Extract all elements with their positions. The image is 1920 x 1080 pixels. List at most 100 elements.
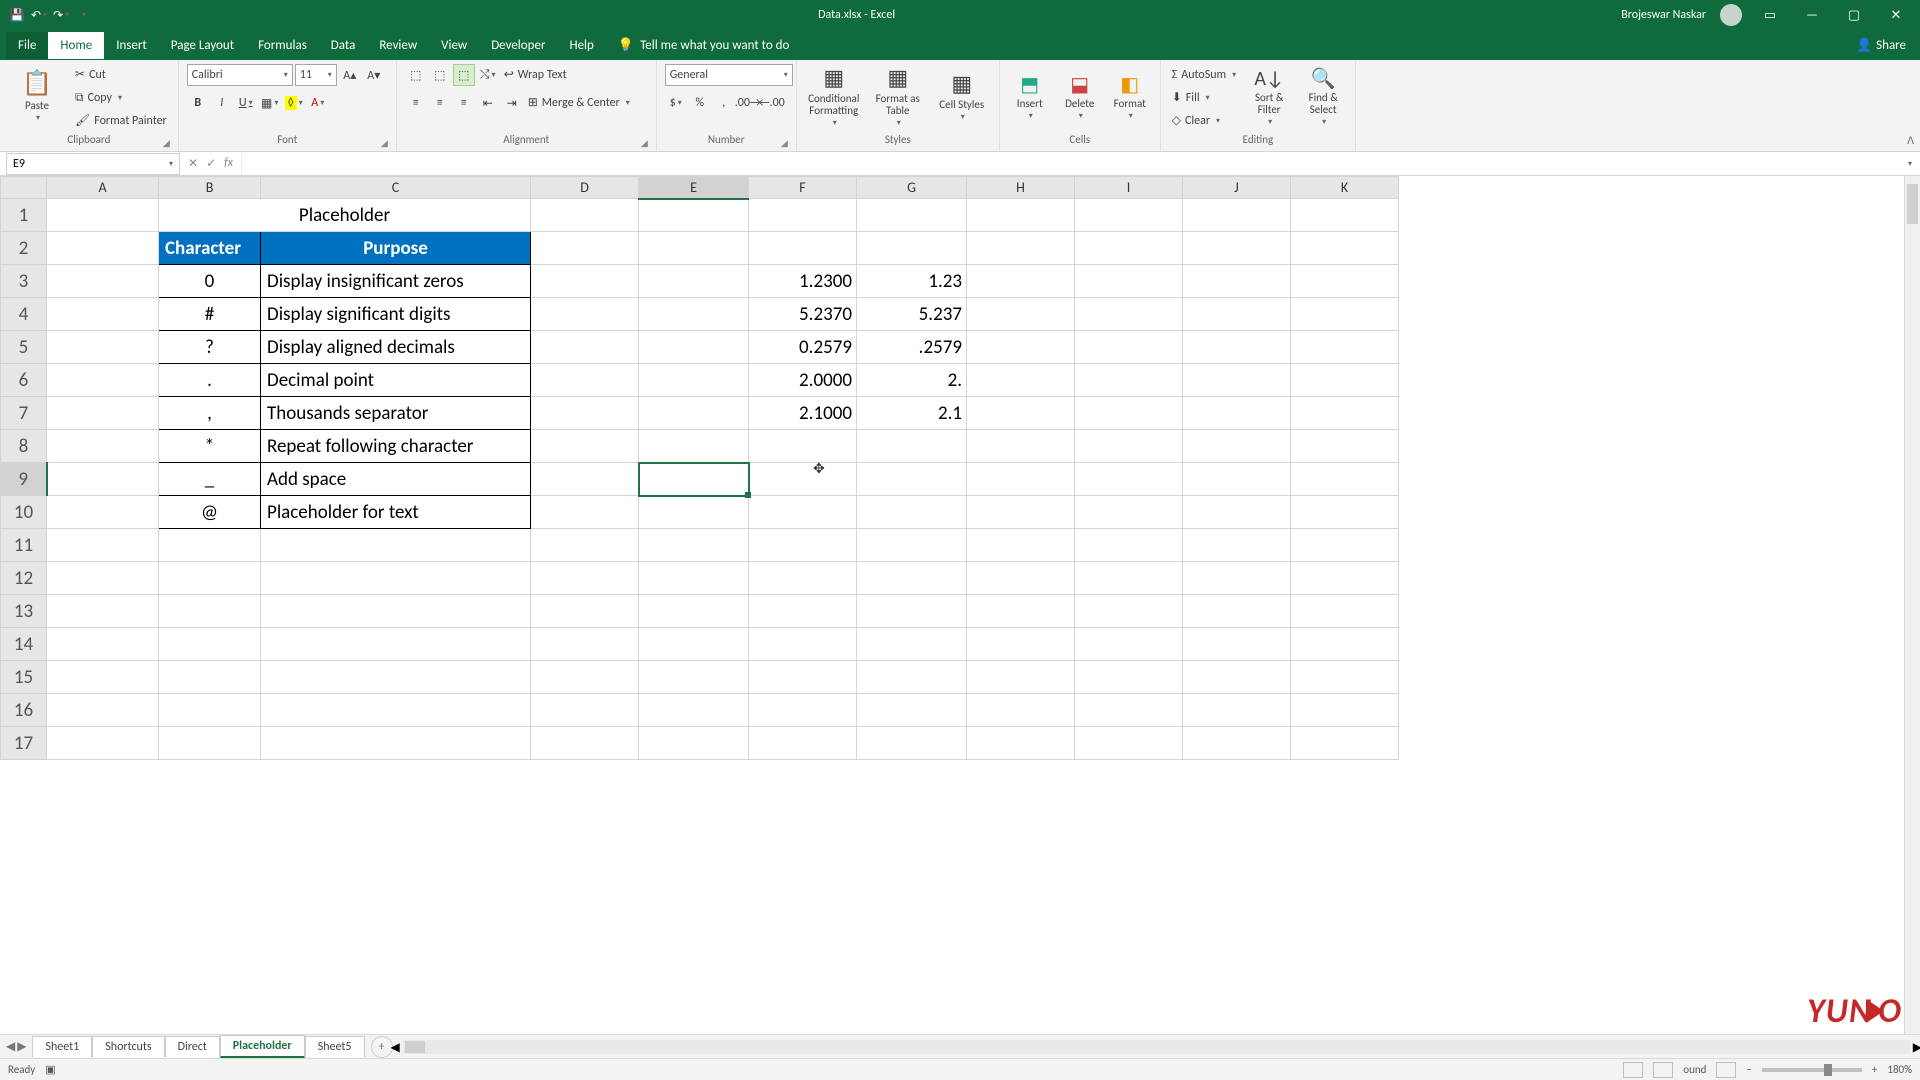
cell[interactable] xyxy=(749,694,857,727)
formula-input[interactable] xyxy=(241,153,1906,175)
sheet-tab[interactable]: Sheet5 xyxy=(305,1036,365,1057)
cell[interactable] xyxy=(749,727,857,760)
cell[interactable] xyxy=(857,199,967,232)
page-layout-view-icon[interactable] xyxy=(1653,1062,1673,1078)
cell[interactable] xyxy=(159,529,261,562)
cell[interactable] xyxy=(1291,661,1399,694)
cell[interactable] xyxy=(1075,595,1183,628)
sort-filter-button[interactable]: A↓Sort & Filter▾ xyxy=(1245,64,1293,130)
cell[interactable] xyxy=(639,628,749,661)
cell[interactable]: 2.0000 xyxy=(749,364,857,397)
cell[interactable]: Thousands separator xyxy=(261,397,531,430)
cell[interactable] xyxy=(47,496,159,529)
cell[interactable]: 5.2370 xyxy=(749,298,857,331)
name-box[interactable]: E9▾ xyxy=(6,153,180,175)
cell[interactable] xyxy=(1291,364,1399,397)
col-hdr[interactable]: H xyxy=(967,177,1075,199)
cell[interactable] xyxy=(1291,694,1399,727)
bold-button[interactable]: B xyxy=(187,92,209,114)
cell[interactable] xyxy=(1183,628,1291,661)
cell[interactable] xyxy=(857,463,967,496)
cell[interactable] xyxy=(1183,562,1291,595)
cell[interactable] xyxy=(531,331,639,364)
cell[interactable] xyxy=(1291,628,1399,661)
cell[interactable] xyxy=(1183,430,1291,463)
cell[interactable]: Display aligned decimals xyxy=(261,331,531,364)
cell[interactable] xyxy=(639,529,749,562)
tab-review[interactable]: Review xyxy=(367,32,429,59)
cell[interactable]: Display significant digits xyxy=(261,298,531,331)
cell[interactable] xyxy=(47,232,159,265)
page-break-view-icon[interactable] xyxy=(1716,1062,1736,1078)
number-format-combo[interactable]: General▾ xyxy=(665,64,793,86)
cell[interactable] xyxy=(1183,595,1291,628)
cell[interactable] xyxy=(967,265,1075,298)
cell[interactable]: ? xyxy=(159,331,261,364)
cell[interactable] xyxy=(967,364,1075,397)
cell[interactable] xyxy=(1075,562,1183,595)
cell[interactable] xyxy=(1183,397,1291,430)
cell[interactable] xyxy=(749,430,857,463)
cell[interactable] xyxy=(261,628,531,661)
align-center-icon[interactable]: ≡ xyxy=(429,92,451,114)
cell[interactable] xyxy=(1075,430,1183,463)
row-hdr[interactable]: 8 xyxy=(1,430,47,463)
cell[interactable] xyxy=(531,430,639,463)
paste-button[interactable]: 📋 Paste▾ xyxy=(8,64,66,130)
tab-developer[interactable]: Developer xyxy=(479,32,557,59)
cell[interactable] xyxy=(967,298,1075,331)
zoom-slider[interactable] xyxy=(1762,1068,1862,1072)
cell[interactable] xyxy=(159,661,261,694)
row-hdr[interactable]: 1 xyxy=(1,199,47,232)
merge-center-button[interactable]: ⊞Merge & Center▾ xyxy=(525,92,633,113)
cell[interactable] xyxy=(47,397,159,430)
cell[interactable]: . xyxy=(159,364,261,397)
cell[interactable]: 2.1000 xyxy=(749,397,857,430)
cell[interactable] xyxy=(47,331,159,364)
row-hdr[interactable]: 12 xyxy=(1,562,47,595)
cell[interactable] xyxy=(857,529,967,562)
tell-me-input[interactable]: Tell me what you want to do xyxy=(640,38,789,53)
fill-button[interactable]: ⬇Fill▾ xyxy=(1169,87,1239,108)
share-button[interactable]: 👤 Share xyxy=(1856,38,1920,53)
cell[interactable] xyxy=(857,232,967,265)
cell[interactable] xyxy=(639,430,749,463)
cell[interactable] xyxy=(531,199,639,232)
cell[interactable] xyxy=(749,496,857,529)
indent-increase-icon[interactable]: ⇥ xyxy=(501,92,523,114)
cell[interactable] xyxy=(857,496,967,529)
align-middle-icon[interactable]: ⬚ xyxy=(429,64,451,86)
cell[interactable] xyxy=(159,628,261,661)
cell[interactable] xyxy=(1075,628,1183,661)
row-hdr[interactable]: 16 xyxy=(1,694,47,727)
cell[interactable]: Add space xyxy=(261,463,531,496)
new-sheet-button[interactable]: + xyxy=(371,1036,393,1058)
cell[interactable] xyxy=(531,562,639,595)
autosum-button[interactable]: ΣAutoSum▾ xyxy=(1169,64,1239,85)
cell[interactable] xyxy=(531,364,639,397)
cell[interactable] xyxy=(261,562,531,595)
align-bottom-icon[interactable]: ⬚ xyxy=(453,64,475,86)
cell[interactable] xyxy=(639,727,749,760)
cell[interactable] xyxy=(1183,364,1291,397)
redo-icon[interactable]: ↷▾ xyxy=(52,6,70,24)
fill-color-button[interactable]: ◊▾ xyxy=(283,92,305,114)
cell[interactable] xyxy=(749,661,857,694)
undo-icon[interactable]: ↶▾ xyxy=(30,6,48,24)
cell[interactable] xyxy=(531,265,639,298)
cell-styles-button[interactable]: ▦Cell Styles▾ xyxy=(933,64,991,130)
col-hdr[interactable]: A xyxy=(47,177,159,199)
cell[interactable] xyxy=(1075,331,1183,364)
cell[interactable] xyxy=(1291,331,1399,364)
worksheet-grid[interactable]: A B C D E F G H I J K 1Placeholder2Chara… xyxy=(0,176,1920,1050)
sheet-tab[interactable]: Sheet1 xyxy=(32,1036,92,1057)
row-hdr[interactable]: 3 xyxy=(1,265,47,298)
cell[interactable]: Display insignificant zeros xyxy=(261,265,531,298)
select-all-button[interactable] xyxy=(1,177,47,199)
cell[interactable] xyxy=(857,661,967,694)
cell[interactable] xyxy=(159,694,261,727)
vertical-scrollbar[interactable] xyxy=(1904,176,1920,1034)
dialog-launcher-icon[interactable]: ◢ xyxy=(781,138,788,149)
cell[interactable] xyxy=(639,694,749,727)
cell[interactable] xyxy=(639,496,749,529)
